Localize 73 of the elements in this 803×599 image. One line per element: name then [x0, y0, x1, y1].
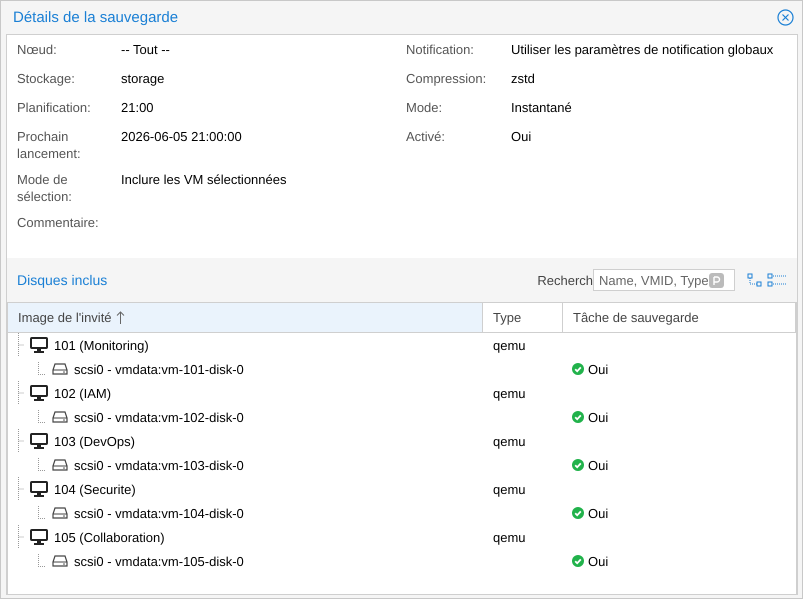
backup-status: Oui [588, 554, 608, 568]
search-field[interactable]: Name, VMID, Type [593, 269, 735, 291]
type-cell-text: qemu [492, 386, 527, 400]
tree-line [38, 458, 46, 470]
guest-name: 105 (Collaboration) [54, 530, 165, 544]
guest-name: 101 (Monitoring) [54, 338, 149, 352]
field-label: Compression: [406, 70, 486, 87]
tree-line [38, 362, 46, 374]
monitor-icon [30, 481, 48, 497]
monitor-icon [30, 529, 48, 545]
field-label: Nœud: [17, 41, 58, 58]
disk-name: scsi0 - vmdata:vm-101-disk-0 [74, 362, 244, 376]
field-value: 2026-06-05 21:00:00 [121, 128, 243, 145]
hard-drive-icon [52, 363, 68, 375]
field-label: Planification: [17, 99, 92, 116]
guest-name: 102 (IAM) [54, 386, 112, 400]
hard-drive-icon [52, 555, 68, 567]
type-cell-text: qemu [492, 530, 527, 544]
disk-name: scsi0 - vmdata:vm-103-disk-0 [74, 458, 244, 472]
field-value: Instantané [511, 99, 573, 116]
section-title: Disques inclus [17, 272, 108, 288]
field-label: Notification: [406, 41, 475, 58]
tree-line [18, 525, 24, 549]
field-value: Oui [511, 128, 532, 145]
guest-name: 104 (Securite) [54, 482, 136, 496]
field-label: Prochain lancement: [17, 128, 82, 162]
column-header[interactable]: Image de l'invité [8, 303, 483, 332]
close-icon[interactable] [777, 9, 794, 26]
sort-ascending-icon [116, 311, 125, 324]
hard-drive-icon [52, 459, 68, 471]
field-value: storage [121, 70, 166, 87]
check-icon [572, 411, 584, 423]
type-cell-text: qemu [492, 338, 527, 352]
field-label: Activé: [406, 128, 446, 145]
field-label: Mode: [406, 99, 444, 116]
check-icon [572, 459, 584, 471]
backup-status: Oui [588, 458, 608, 472]
monitor-icon [30, 337, 48, 353]
search-label: Recherch [537, 272, 593, 288]
field-value: -- Tout -- [121, 41, 171, 58]
collapse-tree-icon[interactable] [747, 273, 763, 287]
type-cell-text: qemu [492, 482, 527, 496]
disk-name: scsi0 - vmdata:vm-105-disk-0 [74, 554, 244, 568]
backup-status: Oui [588, 506, 608, 520]
check-icon [572, 363, 584, 375]
field-value: Inclure les VM sélectionnées [121, 171, 288, 188]
check-icon [572, 507, 584, 519]
field-label: Stockage: [17, 70, 76, 87]
hard-drive-icon [52, 507, 68, 519]
expand-tree-icon[interactable] [767, 273, 787, 287]
type-cell-text: qemu [492, 434, 527, 448]
tree-line [38, 554, 46, 566]
field-label: Commentaire: [17, 214, 97, 231]
monitor-icon [30, 385, 48, 401]
check-icon [572, 555, 584, 567]
field-value: zstd [511, 70, 536, 87]
window-title: Détails de la sauvegarde [13, 9, 178, 26]
tree-line [18, 429, 24, 453]
tree-line [18, 477, 24, 501]
tree-line [38, 506, 46, 518]
field-label: Mode de sélection: [17, 171, 73, 205]
tree-line [18, 333, 24, 357]
tree-line [18, 381, 24, 405]
disk-name: scsi0 - vmdata:vm-102-disk-0 [74, 410, 244, 424]
backup-status: Oui [588, 362, 608, 376]
tree-line [38, 410, 46, 422]
field-value: 21:00 [121, 99, 155, 116]
hard-drive-icon [52, 411, 68, 423]
field-value: Utiliser les paramètres de notification globaux [511, 41, 774, 58]
backup-status: Oui [588, 410, 608, 424]
disk-name: scsi0 - vmdata:vm-104-disk-0 [74, 506, 244, 520]
monitor-icon [30, 433, 48, 449]
guest-name: 103 (DevOps) [54, 434, 135, 448]
